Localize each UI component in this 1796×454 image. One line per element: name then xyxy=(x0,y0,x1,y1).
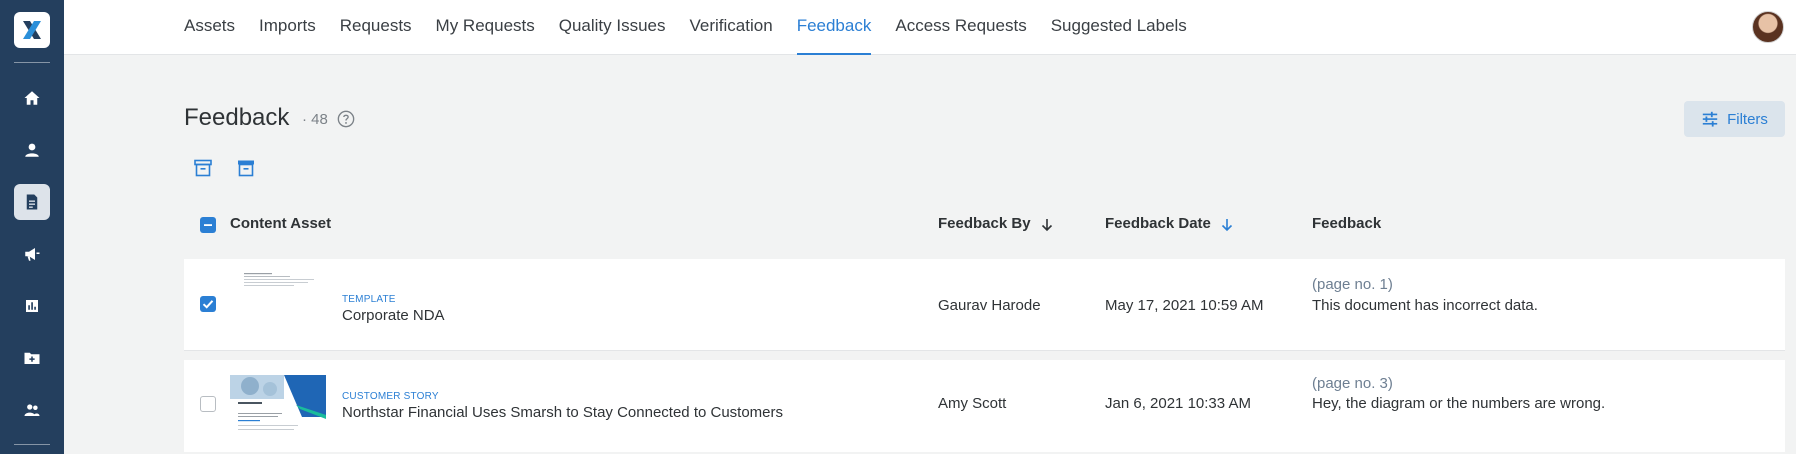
sidebar-item-documents[interactable] xyxy=(14,184,50,220)
table-row[interactable]: TEMPLATE Corporate NDA Gaurav Harode May… xyxy=(184,259,1785,351)
feedback-text: Hey, the diagram or the numbers are wron… xyxy=(1312,395,1606,412)
tab-quality-issues[interactable]: Quality Issues xyxy=(559,0,666,55)
asset-thumbnail[interactable] xyxy=(230,375,326,439)
document-icon xyxy=(26,194,38,210)
sidebar-divider xyxy=(14,444,50,445)
tab-access-requests[interactable]: Access Requests xyxy=(895,0,1026,55)
customer-story-thumbnail-image xyxy=(230,375,326,439)
user-icon xyxy=(25,143,39,157)
row-checkbox[interactable] xyxy=(200,396,216,412)
tab-verification[interactable]: Verification xyxy=(690,0,773,55)
megaphone-icon xyxy=(25,248,40,261)
filters-button[interactable]: Filters xyxy=(1684,101,1785,137)
minus-icon xyxy=(204,224,212,226)
tab-requests[interactable]: Requests xyxy=(340,0,412,55)
select-all-checkbox[interactable] xyxy=(200,217,216,233)
team-icon xyxy=(24,404,40,416)
page-title: Feedback xyxy=(184,104,290,131)
sort-down-active-icon[interactable] xyxy=(1220,218,1234,232)
column-header-content-asset[interactable]: Content Asset xyxy=(230,215,331,232)
feedback-by: Amy Scott xyxy=(938,395,1007,412)
sidebar-item-home[interactable] xyxy=(14,80,50,116)
column-header-feedback: Feedback xyxy=(1312,215,1382,232)
arrow-down-icon[interactable] xyxy=(1040,218,1054,232)
tab-assets[interactable]: Assets xyxy=(184,0,235,55)
sidebar-item-campaigns[interactable] xyxy=(14,236,50,272)
sidebar-item-analytics[interactable] xyxy=(14,288,50,324)
feedback-text: This document has incorrect data. xyxy=(1312,297,1538,314)
table-row[interactable]: CUSTOMER STORY Northstar Financial Uses … xyxy=(184,360,1785,452)
document-thumbnail-image xyxy=(230,269,326,333)
table-header: Content Asset Feedback By Feedback Date … xyxy=(184,205,1785,245)
asset-thumbnail[interactable] xyxy=(230,269,326,333)
page-reference: (page no. 1) xyxy=(1312,276,1393,293)
bar-chart-icon xyxy=(26,300,38,312)
unarchive-icon[interactable] xyxy=(236,158,256,178)
feedback-date: Jan 6, 2021 10:33 AM xyxy=(1105,395,1251,412)
tab-imports[interactable]: Imports xyxy=(259,0,316,55)
sidebar-item-folders[interactable] xyxy=(14,340,50,376)
feedback-date: May 17, 2021 10:59 AM xyxy=(1105,297,1264,314)
top-navigation: Assets Imports Requests My Requests Qual… xyxy=(64,0,1796,55)
user-avatar[interactable] xyxy=(1752,11,1784,43)
asset-type-label: TEMPLATE xyxy=(342,294,396,305)
filters-label: Filters xyxy=(1727,110,1768,128)
sidebar-item-profile[interactable] xyxy=(14,132,50,168)
asset-type-label: CUSTOMER STORY xyxy=(342,391,439,402)
feedback-by: Gaurav Harode xyxy=(938,297,1041,314)
sidebar xyxy=(0,0,64,454)
sliders-icon xyxy=(1702,111,1718,127)
help-icon[interactable] xyxy=(337,110,355,128)
tab-my-requests[interactable]: My Requests xyxy=(436,0,535,55)
logo-x-icon xyxy=(23,21,41,39)
sidebar-item-team[interactable] xyxy=(14,392,50,428)
check-icon xyxy=(202,300,214,309)
asset-title-link[interactable]: Northstar Financial Uses Smarsh to Stay … xyxy=(342,404,783,421)
app-logo[interactable] xyxy=(14,12,50,48)
column-header-feedback-date[interactable]: Feedback Date xyxy=(1105,215,1211,232)
archive-icon[interactable] xyxy=(193,158,213,178)
page-reference: (page no. 3) xyxy=(1312,375,1393,392)
tab-bar: Assets Imports Requests My Requests Qual… xyxy=(184,0,1211,55)
tab-feedback[interactable]: Feedback xyxy=(796,0,871,55)
tab-suggested-labels[interactable]: Suggested Labels xyxy=(1051,0,1187,55)
sidebar-divider xyxy=(14,62,50,63)
feedback-count: · 48 xyxy=(302,111,328,128)
folder-add-icon xyxy=(24,352,40,364)
home-icon xyxy=(24,91,40,105)
asset-title-link[interactable]: Corporate NDA xyxy=(342,307,445,324)
row-checkbox[interactable] xyxy=(200,296,216,312)
column-header-feedback-by[interactable]: Feedback By xyxy=(938,215,1031,232)
